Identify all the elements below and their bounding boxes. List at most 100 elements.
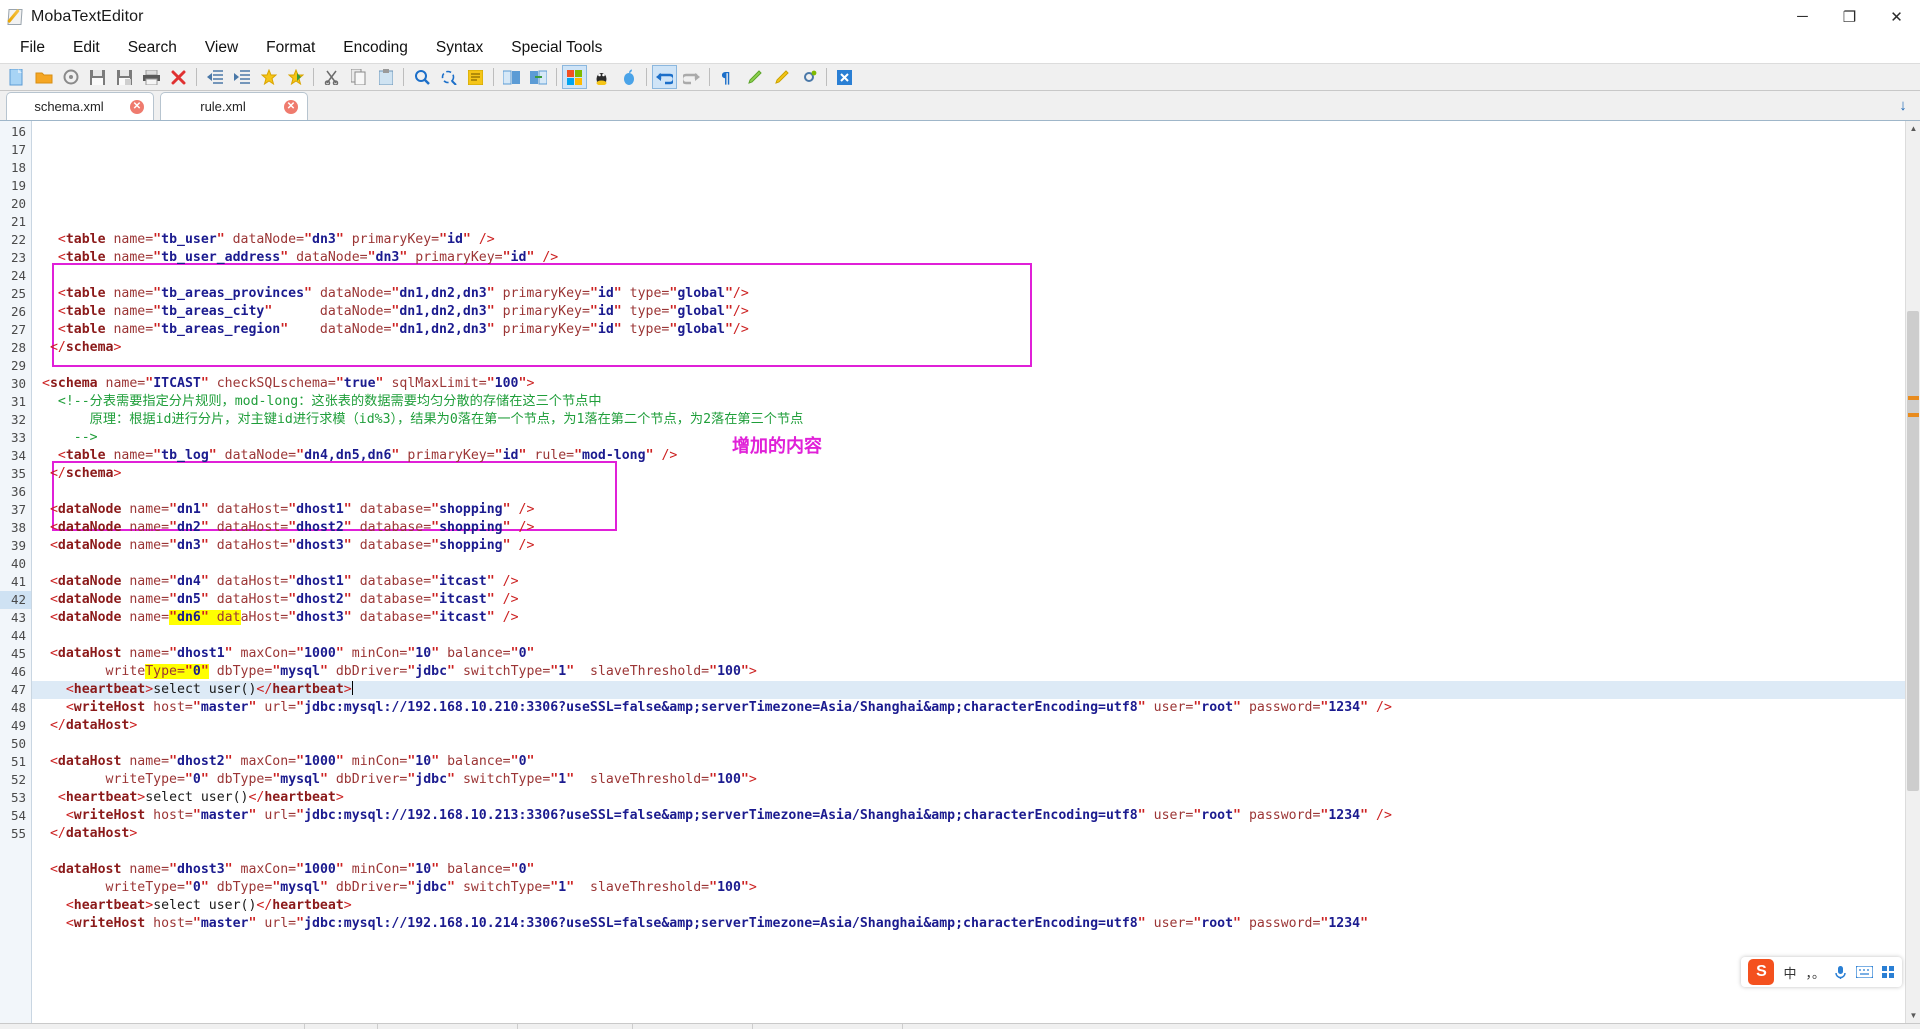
reload-icon[interactable]	[58, 65, 83, 89]
code-line[interactable]	[32, 627, 1920, 645]
code-line[interactable]: </dataHost>	[32, 825, 1920, 843]
code-line[interactable]	[32, 483, 1920, 501]
code-token: "	[224, 646, 233, 661]
code-line[interactable]	[32, 555, 1920, 573]
code-line[interactable]: </schema>	[32, 465, 1920, 483]
find-replace-icon[interactable]	[436, 65, 461, 89]
cut-icon[interactable]	[319, 65, 344, 89]
compare-icon[interactable]	[499, 65, 524, 89]
save-as-icon[interactable]	[112, 65, 137, 89]
code-line[interactable]: writeType="0" dbType="mysql" dbDriver="j…	[32, 879, 1920, 897]
vertical-scrollbar[interactable]: ▲ ▼	[1905, 121, 1920, 1023]
menu-encoding[interactable]: Encoding	[329, 36, 422, 60]
windows-format-icon[interactable]	[562, 65, 587, 89]
code-text-area[interactable]: 增加的内容 <table name="tb_user" dataNode="dn…	[32, 121, 1920, 1023]
ime-punctuation-toggle[interactable]: ，。	[1805, 963, 1825, 982]
sync-icon[interactable]	[526, 65, 551, 89]
menu-format[interactable]: Format	[252, 36, 329, 60]
code-line[interactable]: <heartbeat>select user()</heartbeat>	[32, 681, 1920, 699]
code-line[interactable]: <table name="tb_log" dataNode="dn4,dn5,d…	[32, 447, 1920, 465]
minimize-button[interactable]: ─	[1779, 0, 1826, 33]
code-line[interactable]: writeType="0" dbType="mysql" dbDriver="j…	[32, 771, 1920, 789]
code-line[interactable]	[32, 267, 1920, 285]
code-line[interactable]: <writeHost host="master" url="jdbc:mysql…	[32, 807, 1920, 825]
code-line[interactable]: 原理：根据id进行分片，对主键id进行求模（id%3），结果为0落在第一个节点，…	[32, 411, 1920, 429]
scrollbar-thumb[interactable]	[1907, 311, 1919, 791]
copy-icon[interactable]	[346, 65, 371, 89]
print-icon[interactable]	[139, 65, 164, 89]
mic-icon[interactable]	[1834, 965, 1847, 980]
code-line[interactable]: <dataNode name="dn2" dataHost="dhost2" d…	[32, 519, 1920, 537]
code-line[interactable]: <writeHost host="master" url="jdbc:mysql…	[32, 699, 1920, 717]
code-line[interactable]: <!--分表需要指定分片规则，mod-long：这张表的数据需要均匀分散的存储在…	[32, 393, 1920, 411]
code-line[interactable]: <dataHost name="dhost2" maxCon="1000" mi…	[32, 753, 1920, 771]
highlight-icon[interactable]	[742, 65, 767, 89]
menu-file[interactable]: File	[6, 36, 59, 60]
open-folder-icon[interactable]	[31, 65, 56, 89]
close-button[interactable]: ✕	[1873, 0, 1920, 33]
close-all-icon[interactable]	[832, 65, 857, 89]
code-line[interactable]: <schema name="ITCAST" checkSQLschema="tr…	[32, 375, 1920, 393]
tab-schema-xml[interactable]: schema.xml ✕	[6, 92, 154, 120]
code-line[interactable]: <table name="tb_areas_provinces" dataNod…	[32, 285, 1920, 303]
code-line[interactable]: <dataNode name="dn6" dataHost="dhost3" d…	[32, 609, 1920, 627]
code-line[interactable]: <dataHost name="dhost1" maxCon="1000" mi…	[32, 645, 1920, 663]
apps-grid-icon[interactable]	[1882, 965, 1895, 979]
download-icon[interactable]: ↓	[1892, 94, 1914, 116]
code-line[interactable]	[32, 843, 1920, 861]
menu-special-tools[interactable]: Special Tools	[497, 36, 616, 60]
bookmark-add-icon[interactable]	[256, 65, 281, 89]
menu-syntax[interactable]: Syntax	[422, 36, 497, 60]
close-file-icon[interactable]	[166, 65, 191, 89]
tab-rule-xml[interactable]: rule.xml ✕	[160, 92, 308, 120]
code-line[interactable]: <table name="tb_areas_region" dataNode="…	[32, 321, 1920, 339]
code-line[interactable]: <writeHost host="master" url="jdbc:mysql…	[32, 915, 1920, 933]
scroll-down-icon[interactable]: ▼	[1906, 1008, 1920, 1023]
maximize-button[interactable]: ❐	[1826, 0, 1873, 33]
code-line[interactable]: <dataNode name="dn1" dataHost="dhost1" d…	[32, 501, 1920, 519]
menu-view[interactable]: View	[191, 36, 252, 60]
code-line[interactable]: <table name="tb_areas_city" dataNode="dn…	[32, 303, 1920, 321]
outdent-icon[interactable]	[202, 65, 227, 89]
code-line[interactable]	[32, 357, 1920, 375]
code-line[interactable]: -->	[32, 429, 1920, 447]
redo-icon[interactable]	[679, 65, 704, 89]
bookmark-next-icon[interactable]	[283, 65, 308, 89]
code-line[interactable]: <dataNode name="dn3" dataHost="dhost3" d…	[32, 537, 1920, 555]
tab-close-icon[interactable]: ✕	[130, 99, 144, 114]
code-token: write	[42, 664, 146, 679]
code-line[interactable]: <heartbeat>select user()</heartbeat>	[32, 897, 1920, 915]
status-language[interactable]: XML	[378, 1023, 518, 1029]
linux-format-icon[interactable]	[589, 65, 614, 89]
code-line[interactable]: <dataNode name="dn5" dataHost="dhost2" d…	[32, 591, 1920, 609]
show-whitespace-icon[interactable]: ¶	[715, 65, 740, 89]
code-line[interactable]: <table name="tb_user_address" dataNode="…	[32, 249, 1920, 267]
menu-edit[interactable]: Edit	[59, 36, 114, 60]
code-line[interactable]: <dataNode name="dn4" dataHost="dhost1" d…	[32, 573, 1920, 591]
status-eol[interactable]: DOS	[305, 1023, 378, 1029]
code-line[interactable]: <table name="tb_user" dataNode="dn3" pri…	[32, 231, 1920, 249]
note-icon[interactable]	[463, 65, 488, 89]
pen-icon[interactable]	[769, 65, 794, 89]
code-line[interactable]: </dataHost>	[32, 717, 1920, 735]
find-icon[interactable]	[409, 65, 434, 89]
tab-close-icon[interactable]: ✕	[284, 99, 298, 114]
code-line[interactable]: </schema>	[32, 339, 1920, 357]
mac-format-icon[interactable]	[616, 65, 641, 89]
code-line[interactable]	[32, 213, 1920, 231]
paste-icon[interactable]	[373, 65, 398, 89]
new-file-icon[interactable]	[4, 65, 29, 89]
sogou-logo-icon[interactable]: S	[1748, 959, 1775, 985]
scroll-up-icon[interactable]: ▲	[1906, 121, 1920, 136]
settings-icon[interactable]	[796, 65, 821, 89]
code-line[interactable]: <heartbeat>select user()</heartbeat>	[32, 789, 1920, 807]
code-line[interactable]: writeType="0" dbType="mysql" dbDriver="j…	[32, 663, 1920, 681]
code-line[interactable]: <dataHost name="dhost3" maxCon="1000" mi…	[32, 861, 1920, 879]
ime-mode-toggle[interactable]: 中	[1783, 963, 1796, 982]
code-line[interactable]	[32, 735, 1920, 753]
menu-search[interactable]: Search	[114, 36, 191, 60]
save-icon[interactable]	[85, 65, 110, 89]
undo-icon[interactable]	[652, 65, 677, 89]
indent-icon[interactable]	[229, 65, 254, 89]
keyboard-icon[interactable]	[1856, 966, 1873, 978]
